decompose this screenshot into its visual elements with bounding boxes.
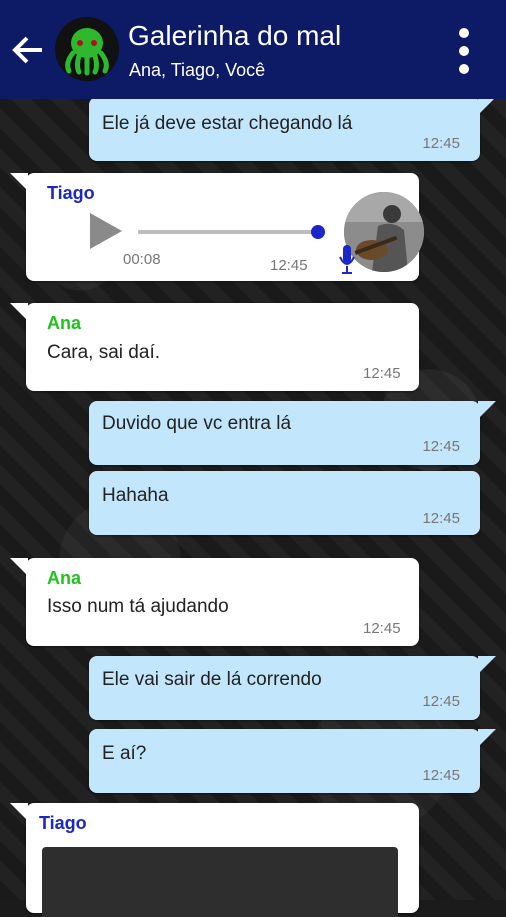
sender-name: Ana [47,313,82,333]
message-text: Isso num tá ajudando [47,596,229,617]
sender-photo [344,192,424,272]
sender-name: Tiago [39,813,87,833]
audio-progress-thumb[interactable] [311,225,325,239]
message-time: 12:45 [270,257,308,274]
message-outgoing[interactable]: Ele já deve estar chegando lá 12:45 [89,97,496,161]
message-time: 12:45 [363,365,401,382]
message-text: Ele vai sair de lá correndo [102,669,322,690]
message-outgoing[interactable]: Duvido que vc entra lá 12:45 [89,401,496,465]
message-text: Ele já deve estar chegando lá [102,113,353,134]
message-text: E aí? [102,743,147,764]
back-arrow-icon[interactable] [8,30,48,70]
sender-name: Tiago [47,183,95,203]
message-text: Duvido que vc entra lá [102,413,292,434]
chat-participants[interactable]: Ana, Tiago, Você [129,60,265,81]
message-time: 12:45 [422,767,460,784]
message-text: Cara, sai daí. [47,342,160,363]
group-avatar[interactable] [55,17,119,81]
message-incoming[interactable]: Ana Cara, sai daí. 12:45 [10,303,419,391]
message-outgoing[interactable]: Hahaha 12:45 [89,471,480,535]
more-vert-icon[interactable] [448,28,480,74]
message-time: 12:45 [422,693,460,710]
voice-message[interactable]: Tiago 00:08 12:45 [10,173,424,281]
message-time: 12:45 [363,620,401,637]
message-time: 12:45 [422,510,460,527]
audio-progress-track[interactable] [138,225,325,239]
message-time: 12:45 [422,438,460,455]
chat-title[interactable]: Galerinha do mal [128,20,341,52]
app-bar: Galerinha do mal Ana, Tiago, Você [0,0,506,99]
message-incoming[interactable]: Ana Isso num tá ajudando 12:45 [10,558,419,646]
sender-name: Ana [47,568,82,588]
message-text: Hahaha [102,485,169,506]
message-image[interactable] [42,847,398,917]
image-message[interactable]: Tiago [10,803,419,917]
microphone-icon [339,245,355,280]
message-outgoing[interactable]: Ele vai sair de lá correndo 12:45 [89,656,496,720]
message-time: 12:45 [422,135,460,152]
octopus-icon [55,17,119,81]
play-icon[interactable] [90,213,122,249]
audio-duration: 00:08 [123,251,161,268]
message-outgoing[interactable]: E aí? 12:45 [89,729,496,793]
